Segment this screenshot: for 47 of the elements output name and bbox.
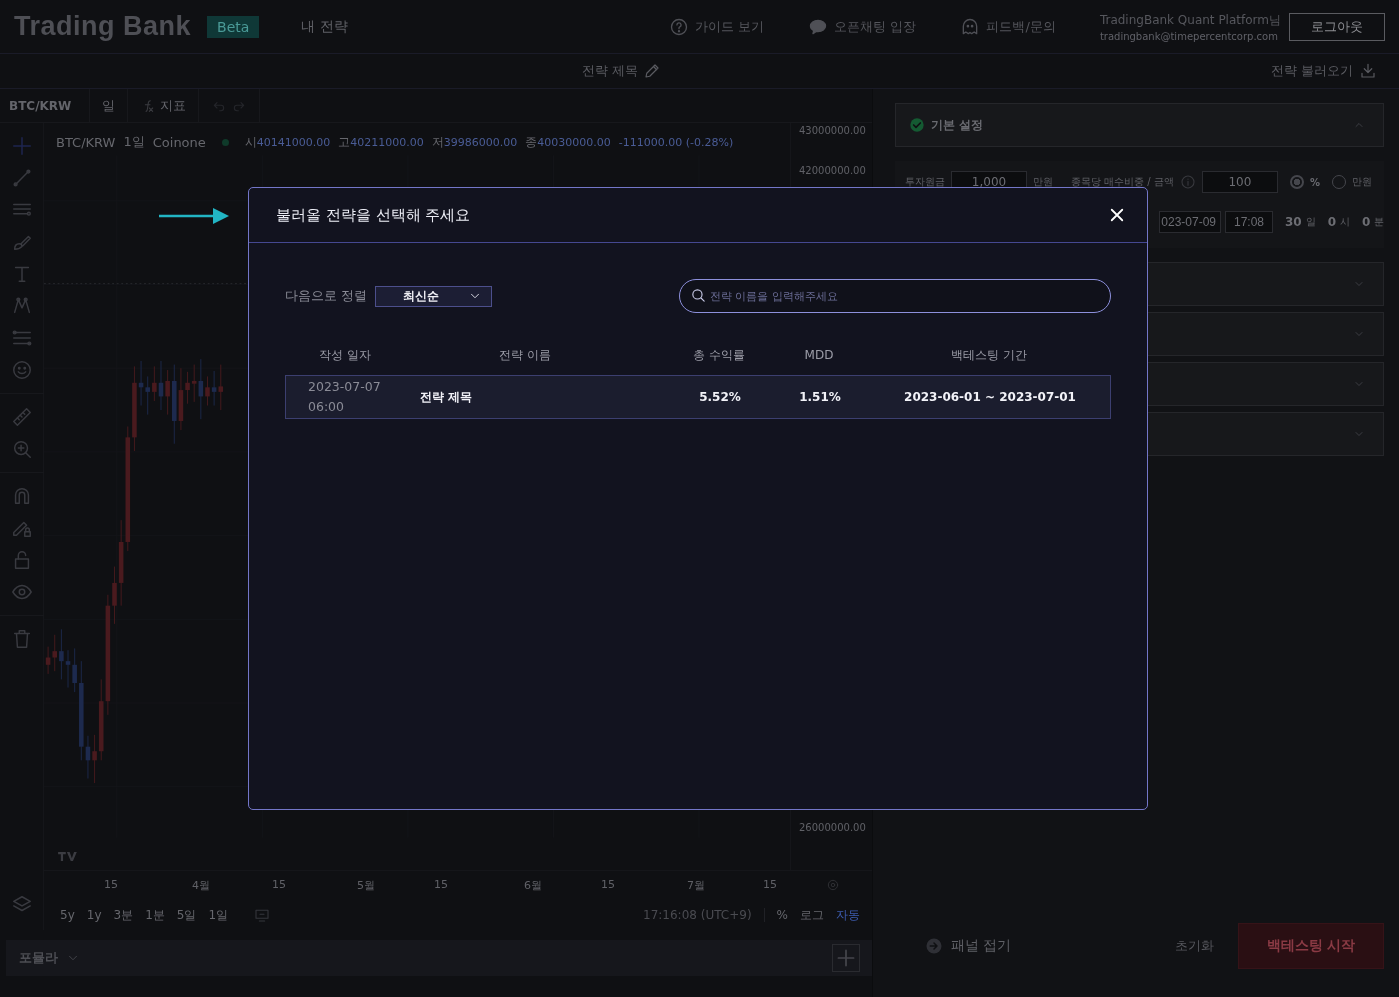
column-header: 총 수익률 [692, 346, 746, 364]
duration-value: 30 [1285, 215, 1302, 229]
ohlc-value: 저39986000.00 [431, 133, 518, 151]
column-header: 작성 일자 [318, 346, 372, 364]
date-label: 7월 [687, 878, 705, 893]
date-label: 6월 [524, 878, 542, 893]
column-header: MDD [803, 348, 835, 362]
table-cell-text: 1.51% [798, 390, 842, 404]
ohlc-value: 시40141000.00 [244, 133, 331, 151]
date-label: 15 [763, 878, 777, 891]
duration-unit: 시 [1340, 215, 1351, 229]
duration-unit: 일 [1305, 215, 1316, 229]
duration-value: 0 [1327, 215, 1337, 229]
chart-exchange: Coinone [152, 134, 206, 150]
table-cell-text: 2023-07-07 06:00 [307, 378, 382, 416]
ohlc-value: 고40211000.00 [338, 133, 424, 151]
user-email: tradingbank@timepercentcorp.com [1099, 30, 1278, 42]
user-name: TradingBank Quant Platform님 [1099, 11, 1281, 29]
field-label: 종목당 매수비중 / 금액 [1071, 175, 1174, 189]
chart-interval: 1일 [123, 133, 145, 151]
table-cell-text: 2023-06-01 ~ 2023-07-01 [903, 390, 1077, 404]
date-label: 5월 [357, 878, 375, 893]
column-header: 전략 이름 [498, 346, 552, 364]
ohlc-value: 종40030000.00 [525, 133, 611, 151]
price-label: 43000000.00 [799, 125, 866, 136]
date-label: 15 [434, 878, 448, 891]
beta-badge: Beta [207, 15, 260, 38]
price-change: -111000.00 (-0.28%) [618, 135, 734, 149]
duration-value: 0 [1362, 215, 1371, 229]
date-label: 15 [104, 878, 118, 891]
column-header: 백테스팅 기간 [950, 346, 1028, 364]
date-label: 4월 [192, 878, 210, 893]
sort-label: 다음으로 정렬 [285, 287, 368, 305]
price-label: 26000000.00 [799, 822, 866, 833]
date-label: 15 [601, 878, 615, 891]
dialog-title: 불러올 전략을 선택해 주세요 [276, 205, 471, 225]
radio-label: % [1309, 176, 1320, 188]
chart-symbol: BTC/KRW [56, 134, 116, 150]
clock-label: 17:16:08 (UTC+9) [643, 908, 752, 922]
table-cell-text: 전략 제목 [419, 388, 474, 406]
radio-label: 만원 [1351, 175, 1372, 189]
duration-unit: 분 [1374, 215, 1385, 229]
date-label: 15 [272, 878, 286, 891]
table-cell-text: 5.52% [698, 390, 742, 404]
price-label: 42000000.00 [799, 165, 866, 176]
unit-label: 만원 [1033, 175, 1053, 189]
field-label: 투자원금 [905, 175, 945, 189]
